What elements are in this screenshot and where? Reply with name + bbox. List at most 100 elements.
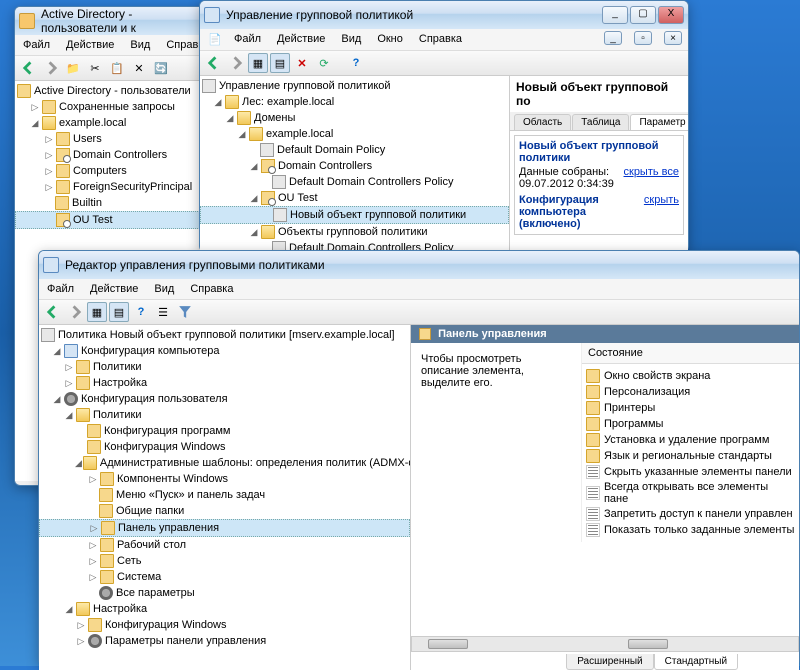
tab-extended[interactable]: Расширенный	[566, 654, 653, 670]
menu-help[interactable]: Справка	[188, 281, 235, 297]
tab-strip[interactable]: Область Таблица Параметр	[510, 112, 688, 131]
help-button[interactable]: ?	[346, 53, 366, 73]
list-item[interactable]: Установка и удаление программ	[586, 432, 795, 448]
menu-file[interactable]: Файл	[21, 37, 52, 53]
list-item[interactable]: Скрыть указанные элементы панели	[586, 464, 795, 480]
tree-domain[interactable]: example.local	[59, 117, 126, 129]
hide-all-link[interactable]: скрыть все	[624, 166, 680, 190]
menu-view[interactable]: Вид	[128, 37, 152, 53]
help-button[interactable]: ?	[131, 302, 151, 322]
mdi-close[interactable]: ×	[664, 31, 682, 45]
expander-icon[interactable]: ▷	[43, 133, 55, 145]
tab-settings[interactable]: Параметр	[630, 114, 688, 130]
tree-cpanel-params[interactable]: Параметры панели управления	[105, 635, 266, 647]
tree-ddp[interactable]: Default Domain Policy	[277, 144, 385, 156]
tree-root[interactable]: Active Directory - пользователи	[34, 85, 191, 97]
forward-button[interactable]	[41, 58, 61, 78]
titlebar[interactable]: Управление групповой политикой _ ▢ X	[200, 1, 688, 29]
tree-shared[interactable]: Общие папки	[116, 505, 184, 517]
forward-button[interactable]	[65, 302, 85, 322]
props-button[interactable]: 📋	[107, 58, 127, 78]
mdi-restore[interactable]: ▫	[634, 31, 652, 45]
tree-outest[interactable]: OU Test	[73, 214, 113, 226]
up-button[interactable]: 📁	[63, 58, 83, 78]
list-item[interactable]: Персонализация	[586, 384, 795, 400]
menubar[interactable]: Файл Действие Вид Справка	[15, 35, 213, 56]
tree-admx[interactable]: Административные шаблоны: определения по…	[100, 457, 411, 469]
tree-saved-queries[interactable]: Сохраненные запросы	[59, 101, 175, 113]
menubar[interactable]: Файл Действие Вид Справка	[39, 279, 799, 300]
tree-domain[interactable]: example.local	[266, 128, 333, 140]
back-button[interactable]	[19, 58, 39, 78]
tab-table[interactable]: Таблица	[572, 114, 629, 130]
tab-scope[interactable]: Область	[514, 114, 571, 130]
cut-button[interactable]: ✂	[85, 58, 105, 78]
list-item[interactable]: Запретить доступ к панели управлен	[586, 506, 795, 522]
tree-dc[interactable]: Domain Controllers	[73, 149, 167, 161]
tree-fsp[interactable]: ForeignSecurityPrincipal	[73, 181, 192, 193]
window-gpe[interactable]: Редактор управления групповыми политикам…	[38, 250, 800, 666]
list-item[interactable]: Всегда открывать все элементы пане	[586, 480, 795, 506]
menu-file[interactable]: Файл	[232, 31, 263, 48]
expander-icon[interactable]: ▷	[43, 149, 55, 161]
tree-forest[interactable]: Лес: example.local	[242, 96, 334, 108]
tree-settings2[interactable]: Настройка	[93, 603, 147, 615]
tree-all[interactable]: Все параметры	[116, 587, 195, 599]
list-item[interactable]: Показать только заданные элементы	[586, 522, 795, 538]
tree-comp-conf[interactable]: Конфигурация компьютера	[81, 345, 219, 357]
tree-view[interactable]: Управление групповой политикой ◢Лес: exa…	[200, 76, 510, 256]
tree-desktop[interactable]: Рабочий стол	[117, 539, 186, 551]
detail-button[interactable]: ▤	[270, 53, 290, 73]
refresh-button[interactable]: ⟳	[314, 53, 334, 73]
tree-policies2[interactable]: Политики	[93, 409, 142, 421]
tree-cpanel[interactable]: Панель управления	[118, 522, 219, 534]
tree-win-conf2[interactable]: Конфигурация Windows	[105, 619, 227, 631]
list-item[interactable]: Программы	[586, 416, 795, 432]
tree-startmenu[interactable]: Меню «Пуск» и панель задач	[116, 489, 265, 501]
list-button[interactable]: ▦	[248, 53, 268, 73]
forward-button[interactable]	[226, 53, 246, 73]
titlebar[interactable]: Редактор управления групповыми политикам…	[39, 251, 799, 279]
tree-prog-conf[interactable]: Конфигурация программ	[104, 425, 230, 437]
expander-icon[interactable]: ▷	[43, 165, 55, 177]
menu-window[interactable]: Окно	[375, 31, 405, 48]
tree-user-conf[interactable]: Конфигурация пользователя	[81, 393, 228, 405]
tree-gpo-container[interactable]: Объекты групповой политики	[278, 226, 428, 238]
tree-system[interactable]: Система	[117, 571, 161, 583]
list-button[interactable]: ▦	[87, 302, 107, 322]
tab-standard[interactable]: Стандартный	[654, 654, 738, 670]
tree-outest[interactable]: OU Test	[278, 192, 318, 204]
minimize-button[interactable]: _	[602, 6, 628, 24]
menu-view[interactable]: Вид	[339, 31, 363, 48]
menu-action[interactable]: Действие	[64, 37, 116, 53]
detail-button[interactable]: ▤	[109, 302, 129, 322]
scrollbar-thumb[interactable]	[628, 639, 668, 649]
tree-computers[interactable]: Computers	[73, 165, 127, 177]
expander-icon[interactable]: ▷	[43, 181, 55, 193]
column-header[interactable]: Состояние	[582, 343, 799, 364]
tree-settings[interactable]: Настройка	[93, 377, 147, 389]
mdi-minimize[interactable]: _	[604, 31, 622, 45]
window-gpmc[interactable]: Управление групповой политикой _ ▢ X 📄 Ф…	[199, 0, 689, 252]
list-item[interactable]: Язык и региональные стандарты	[586, 448, 795, 464]
tree-users[interactable]: Users	[73, 133, 102, 145]
tree-policies[interactable]: Политики	[93, 361, 142, 373]
back-button[interactable]	[204, 53, 224, 73]
menu-action[interactable]: Действие	[275, 31, 327, 48]
maximize-button[interactable]: ▢	[630, 6, 656, 24]
list-item[interactable]: Принтеры	[586, 400, 795, 416]
tree-view[interactable]: Политика Новый объект групповой политики…	[39, 325, 411, 670]
tree-ddcp[interactable]: Default Domain Controllers Policy	[289, 176, 453, 188]
filter-button[interactable]	[175, 302, 195, 322]
menubar[interactable]: 📄 Файл Действие Вид Окно Справка _ ▫ ×	[200, 29, 688, 51]
tree-root[interactable]: Управление групповой политикой	[219, 80, 391, 92]
tree-dc[interactable]: Domain Controllers	[278, 160, 372, 172]
menu-action[interactable]: Действие	[88, 281, 140, 297]
expander-icon[interactable]: ◢	[29, 117, 41, 129]
tree-win-conf[interactable]: Конфигурация Windows	[104, 441, 226, 453]
menu-file[interactable]: Файл	[45, 281, 76, 297]
scrollbar-thumb[interactable]	[428, 639, 468, 649]
menu-help[interactable]: Справка	[417, 31, 464, 48]
tree-newgpo[interactable]: Новый объект групповой политики	[290, 209, 466, 221]
delete-button[interactable]: ✕	[129, 58, 149, 78]
